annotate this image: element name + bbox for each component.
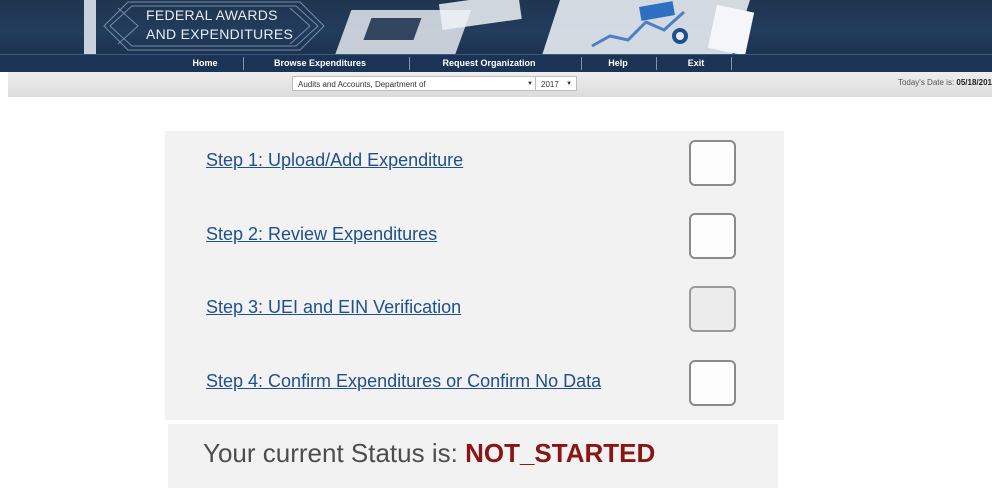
department-select-value: Audits and Accounts, Department of	[298, 80, 426, 89]
nav-separator	[656, 57, 657, 70]
logo-line-2: AND EXPENDITURES	[146, 26, 294, 42]
department-select[interactable]: Audits and Accounts, Department of ▼	[292, 76, 538, 91]
logo-line-1: FEDERAL AWARDS	[146, 7, 278, 23]
step-4-link[interactable]: Step 4: Confirm Expenditures or Confirm …	[206, 371, 601, 392]
step-2-checkbox[interactable]	[689, 213, 736, 259]
step-2-link[interactable]: Step 2: Review Expenditures	[206, 224, 437, 245]
nav-separator	[731, 57, 732, 70]
main-nav: Home Browse Expenditures Request Organiz…	[0, 54, 992, 72]
status-line: Your current Status is: NOT_STARTED	[203, 438, 655, 469]
step-3-checkbox[interactable]	[689, 286, 736, 332]
status-value: NOT_STARTED	[465, 438, 656, 468]
step-3-link[interactable]: Step 3: UEI and EIN Verification	[206, 297, 461, 318]
status-box: Your current Status is: NOT_STARTED	[168, 424, 778, 488]
header-banner: FEDERAL AWARDS AND EXPENDITURES	[0, 0, 992, 54]
site-logo: FEDERAL AWARDS AND EXPENDITURES	[146, 6, 293, 44]
selector-strip: Audits and Accounts, Department of ▼ 201…	[8, 72, 992, 97]
chevron-down-icon: ▼	[566, 81, 572, 87]
nav-separator	[581, 57, 582, 70]
nav-home[interactable]: Home	[170, 55, 240, 72]
chevron-down-icon: ▼	[527, 81, 533, 87]
year-select[interactable]: 2017 ▼	[535, 76, 577, 91]
today-date: Today's Date is: 05/18/201	[898, 78, 992, 87]
nav-request-organization[interactable]: Request Organization	[420, 55, 558, 72]
nav-separator	[409, 57, 410, 70]
nav-help[interactable]: Help	[596, 55, 640, 72]
year-select-value: 2017	[541, 80, 559, 89]
step-1-checkbox[interactable]	[689, 140, 736, 186]
nav-exit[interactable]: Exit	[671, 55, 721, 72]
step-4-checkbox[interactable]	[689, 360, 736, 406]
today-date-label: Today's Date is:	[897, 78, 955, 87]
status-prefix: Your current Status is:	[203, 438, 458, 468]
step-1-link[interactable]: Step 1: Upload/Add Expenditure	[206, 150, 463, 171]
nav-browse-expenditures[interactable]: Browse Expenditures	[258, 55, 382, 72]
today-date-value: 05/18/201	[956, 78, 992, 87]
banner-left-bar	[84, 0, 96, 54]
nav-separator	[243, 57, 244, 70]
